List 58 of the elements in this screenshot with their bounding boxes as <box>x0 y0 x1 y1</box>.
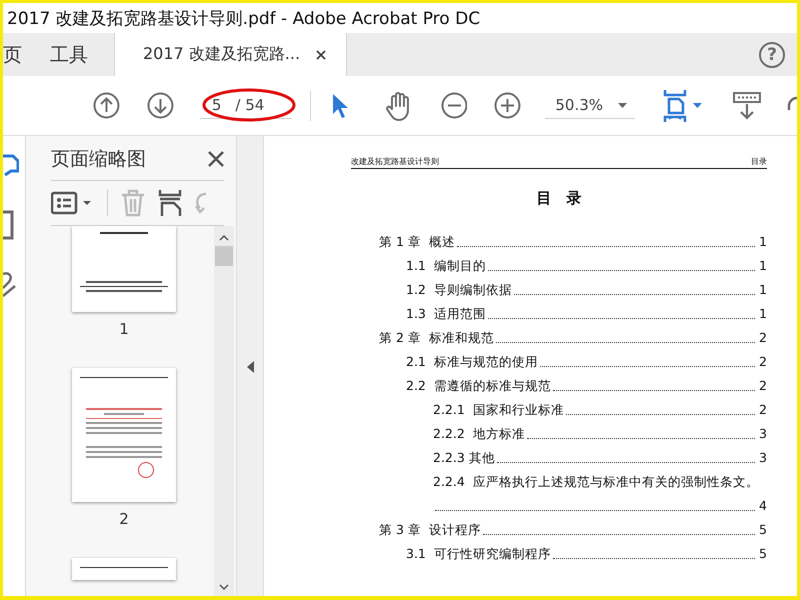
page-number: 5 <box>759 521 767 539</box>
zoom-out-icon[interactable] <box>440 92 468 119</box>
collapse-arrow-icon[interactable] <box>246 360 254 372</box>
arrow-down-circle-icon[interactable] <box>146 92 174 119</box>
scroll-down-icon[interactable] <box>219 583 229 591</box>
toc-entry[interactable]: 1.2 导则编制依据 <box>406 278 512 302</box>
page-number-field[interactable]: 5 / 54 <box>200 92 292 119</box>
header-text: 目录 <box>751 156 767 167</box>
insert-page-icon[interactable] <box>158 189 182 217</box>
caret-icon[interactable] <box>618 102 628 108</box>
toc-entry[interactable]: 1.1 编制目的 <box>406 254 486 278</box>
toc-entry[interactable]: 第 1 章 概述 <box>379 230 455 254</box>
page-number: 3 <box>759 425 767 443</box>
toc-entry[interactable]: 2.2.2 地方标准 <box>433 422 525 446</box>
page-number: 4 <box>759 497 767 515</box>
toc-entry[interactable]: 第 3 章 设计程序 <box>379 518 481 542</box>
toc-entry[interactable]: 3.1 可行性研究编制程序 <box>406 542 551 566</box>
scroll-up-icon[interactable] <box>219 234 229 242</box>
page-number: 5 <box>759 545 767 563</box>
toc-entry[interactable]: 2.2 需遵循的标准与规范 <box>406 374 551 398</box>
toc-entry[interactable]: 2.1 标准与规范的使用 <box>406 350 538 374</box>
scroll-thumb[interactable] <box>215 246 233 266</box>
toc-entry[interactable]: 2.2.3 其他 <box>433 446 495 470</box>
close-icon[interactable] <box>208 151 224 167</box>
panel-title: 页面缩略图 <box>51 147 146 172</box>
toolbar-icon[interactable] <box>733 90 762 120</box>
help-button[interactable]: ? <box>759 42 785 68</box>
document-title: 目 录 <box>536 189 582 208</box>
tab[interactable]: 工具 <box>36 33 102 76</box>
page-number: 2 <box>759 401 767 419</box>
page-thumbnail[interactable] <box>72 368 176 502</box>
page-number: 1 <box>759 305 767 323</box>
page-number: 2 <box>759 353 767 371</box>
pen-icon[interactable] <box>3 270 17 298</box>
bookmark-icon[interactable] <box>3 210 15 240</box>
tab[interactable]: 2017 改建及拓宽路... <box>114 33 348 76</box>
toc-entry[interactable]: 1.3 适用范围 <box>406 302 486 326</box>
page-thumbnail[interactable] <box>72 558 176 580</box>
zoom-in-icon[interactable] <box>494 92 522 119</box>
page-label: 1 <box>119 320 129 338</box>
page-number: 2 <box>759 377 767 395</box>
scrollbar[interactable] <box>214 226 234 596</box>
tab[interactable]: 页 <box>3 33 36 76</box>
toc-entry[interactable]: 2.2.4 应严格执行上述规范与标准中有关的强制性条文。 <box>433 470 759 494</box>
zoom-field[interactable]: 50.3% <box>545 92 636 119</box>
arrow-up-circle-icon[interactable] <box>93 92 120 119</box>
page-thumbnail[interactable] <box>72 226 176 312</box>
header-text: 改建及拓宽路基设计导则 <box>351 156 439 167</box>
window-title: 2017 改建及拓宽路基设计导则.pdf - Adobe Acrobat Pro DC <box>7 8 480 30</box>
toc-entry[interactable]: 第 2 章 标准和规范 <box>379 326 494 350</box>
close-icon[interactable] <box>316 50 326 60</box>
page-label: 2 <box>119 510 129 528</box>
page-number: 1 <box>759 257 767 275</box>
page-number: 1 <box>759 233 767 251</box>
page-number: 1 <box>759 281 767 299</box>
page-number: 3 <box>759 449 767 467</box>
toc-entry[interactable]: 2.2.1 国家和行业标准 <box>433 398 564 422</box>
page-number: 2 <box>759 329 767 347</box>
